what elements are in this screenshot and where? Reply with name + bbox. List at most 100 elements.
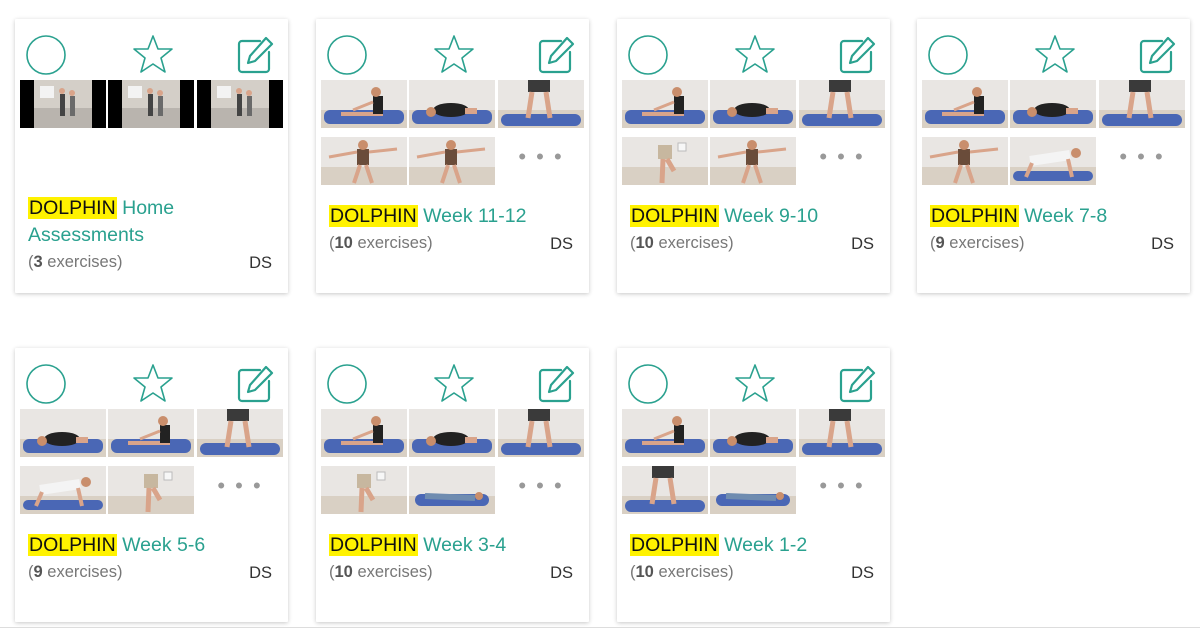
ellipsis-icon[interactable]: • • •	[498, 466, 584, 514]
exercise-count-label: exercises	[47, 563, 117, 581]
program-title[interactable]: DOLPHIN Week 9-10	[630, 203, 875, 230]
program-name-link[interactable]: Week 9-10	[724, 205, 818, 227]
exercise-thumbnail[interactable]	[321, 466, 407, 514]
program-title[interactable]: DOLPHIN Week 1-2	[630, 532, 875, 559]
exercise-thumbnail[interactable]	[321, 409, 407, 457]
exercise-count-label: exercises	[949, 234, 1019, 252]
program-name-link[interactable]: Week 5-6	[122, 534, 205, 556]
exercise-thumbnail[interactable]	[108, 466, 194, 514]
exercise-thumbnail[interactable]	[498, 80, 584, 128]
circle-select-icon[interactable]	[326, 33, 370, 77]
exercise-thumbnail[interactable]	[197, 409, 283, 457]
program-title[interactable]: DOLPHIN Week 7-8	[930, 203, 1175, 230]
program-name-link[interactable]: Week 7-8	[1024, 205, 1107, 227]
circle-select-icon[interactable]	[627, 362, 671, 406]
pencil-edit-icon[interactable]	[233, 33, 277, 77]
program-card[interactable]: • • • DOLPHIN Week 9-10 (10 exercises) D…	[617, 19, 890, 293]
pencil-edit-icon[interactable]	[835, 362, 879, 406]
highlighted-keyword: DOLPHIN	[329, 205, 418, 227]
exercise-thumbnail[interactable]	[108, 80, 194, 128]
exercise-thumbnail[interactable]	[20, 80, 106, 128]
card-actions	[15, 19, 288, 79]
exercise-thumbnail[interactable]	[710, 80, 796, 128]
highlighted-keyword: DOLPHIN	[930, 205, 1019, 227]
pencil-edit-icon[interactable]	[534, 33, 578, 77]
exercise-count-number: 9	[33, 563, 43, 581]
highlighted-keyword: DOLPHIN	[28, 197, 117, 219]
ellipsis-icon[interactable]: • • •	[197, 466, 283, 514]
ellipsis-icon[interactable]: • • •	[799, 137, 885, 185]
divider	[0, 627, 1200, 628]
exercise-thumbnail[interactable]	[321, 80, 407, 128]
ellipsis-icon[interactable]: • • •	[498, 137, 584, 185]
exercise-thumbnail[interactable]	[710, 409, 796, 457]
program-title[interactable]: DOLPHIN Week 3-4	[329, 532, 574, 559]
exercise-thumbnail[interactable]	[108, 409, 194, 457]
star-icon[interactable]	[131, 33, 175, 77]
program-card[interactable]: • • • DOLPHIN Week 3-4 (10 exercises) DS	[316, 348, 589, 622]
exercise-thumbnail[interactable]	[321, 137, 407, 185]
program-title[interactable]: DOLPHIN Home Assessments	[28, 195, 273, 249]
circle-select-icon[interactable]	[25, 33, 69, 77]
program-card[interactable]: • • • DOLPHIN Week 5-6 (9 exercises) DS	[15, 348, 288, 622]
exercise-thumbnail[interactable]	[922, 80, 1008, 128]
ellipsis-icon[interactable]: • • •	[799, 466, 885, 514]
program-name-link[interactable]: Week 1-2	[724, 534, 807, 556]
star-icon[interactable]	[733, 362, 777, 406]
program-grid: DOLPHIN Home Assessments (3 exercises) D…	[0, 0, 1200, 632]
exercise-thumbnail[interactable]	[409, 409, 495, 457]
circle-select-icon[interactable]	[25, 362, 69, 406]
star-icon[interactable]	[131, 362, 175, 406]
program-card[interactable]: DOLPHIN Home Assessments (3 exercises) D…	[15, 19, 288, 293]
exercise-thumbnail[interactable]	[922, 137, 1008, 185]
exercise-thumbnail[interactable]	[622, 466, 708, 514]
exercise-thumbnail[interactable]	[1099, 80, 1185, 128]
pencil-edit-icon[interactable]	[534, 362, 578, 406]
exercise-thumbnail[interactable]	[498, 409, 584, 457]
exercise-thumbnail[interactable]	[20, 409, 106, 457]
star-icon[interactable]	[432, 362, 476, 406]
exercise-count: (9 exercises)	[930, 234, 1025, 252]
exercise-count-number: 10	[334, 563, 353, 581]
owner-initials: DS	[249, 254, 272, 272]
exercise-count: (10 exercises)	[630, 563, 734, 581]
star-icon[interactable]	[432, 33, 476, 77]
exercise-thumbnail[interactable]	[409, 80, 495, 128]
program-card[interactable]: • • • DOLPHIN Week 1-2 (10 exercises) DS	[617, 348, 890, 622]
exercise-thumbnail[interactable]	[409, 466, 495, 514]
card-actions	[617, 19, 890, 79]
pencil-edit-icon[interactable]	[233, 362, 277, 406]
pencil-edit-icon[interactable]	[835, 33, 879, 77]
exercise-thumbnail[interactable]	[799, 80, 885, 128]
highlighted-keyword: DOLPHIN	[630, 205, 719, 227]
exercise-thumbnail[interactable]	[710, 466, 796, 514]
exercise-thumbnail[interactable]	[20, 466, 106, 514]
exercise-thumbnail[interactable]	[622, 409, 708, 457]
exercise-count-label: exercises	[357, 563, 428, 581]
exercise-thumbnail[interactable]	[409, 137, 495, 185]
program-name-link[interactable]: Week 3-4	[423, 534, 506, 556]
exercise-thumbnail[interactable]	[1010, 80, 1096, 128]
program-card[interactable]: • • • DOLPHIN Week 7-8 (9 exercises) DS	[917, 19, 1190, 293]
circle-select-icon[interactable]	[927, 33, 971, 77]
exercise-thumbnail[interactable]	[622, 80, 708, 128]
exercise-thumbnail[interactable]	[799, 409, 885, 457]
program-card[interactable]: • • • DOLPHIN Week 11-12 (10 exercises) …	[316, 19, 589, 293]
exercise-count-number: 10	[635, 563, 654, 581]
circle-select-icon[interactable]	[627, 33, 671, 77]
star-icon[interactable]	[1033, 33, 1077, 77]
program-title[interactable]: DOLPHIN Week 11-12	[329, 203, 574, 230]
program-name-link[interactable]: Week 11-12	[423, 205, 526, 227]
exercise-thumbnail[interactable]	[1010, 137, 1096, 185]
owner-initials: DS	[1151, 235, 1174, 253]
pencil-edit-icon[interactable]	[1135, 33, 1179, 77]
star-icon[interactable]	[733, 33, 777, 77]
highlighted-keyword: DOLPHIN	[329, 534, 418, 556]
circle-select-icon[interactable]	[326, 362, 370, 406]
exercise-thumbnail[interactable]	[710, 137, 796, 185]
card-actions	[316, 19, 589, 79]
ellipsis-icon[interactable]: • • •	[1099, 137, 1185, 185]
program-title[interactable]: DOLPHIN Week 5-6	[28, 532, 273, 559]
exercise-thumbnail[interactable]	[197, 80, 283, 128]
exercise-thumbnail[interactable]	[622, 137, 708, 185]
